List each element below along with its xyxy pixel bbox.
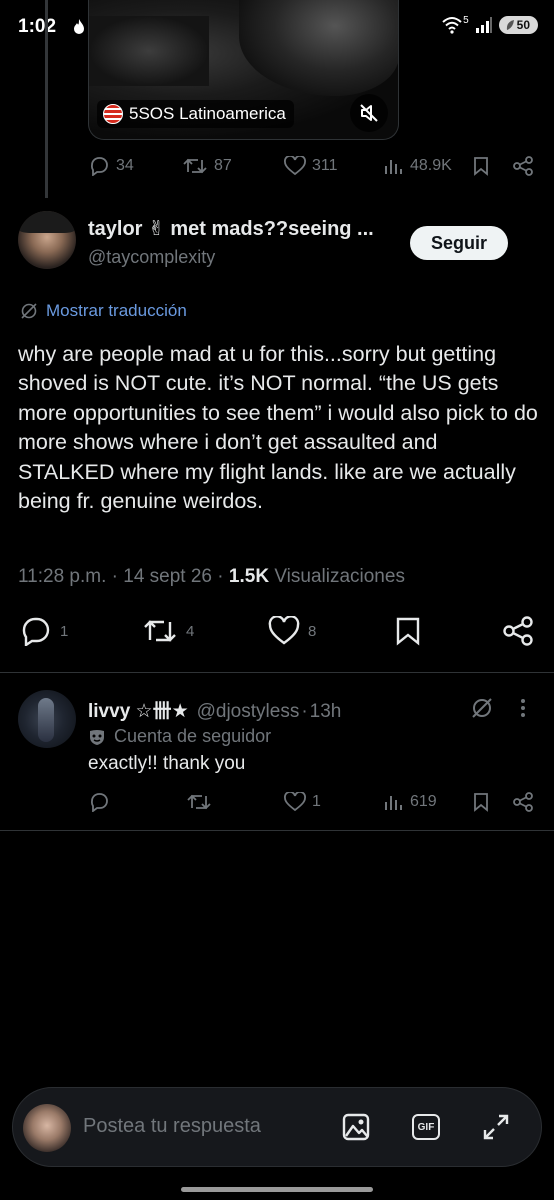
follow-button[interactable]: Seguir <box>410 226 508 260</box>
reply-views-action[interactable]: 619 <box>384 792 437 812</box>
add-image-button[interactable] <box>339 1110 373 1144</box>
network-label: 5 <box>463 14 469 26</box>
flag-icon <box>103 104 123 124</box>
divider <box>0 672 554 673</box>
tweet-body: why are people mad at u for this...sorry… <box>18 342 538 514</box>
parent-actions: 34 87 311 48.9K <box>86 154 536 182</box>
reply-icon <box>90 157 108 176</box>
bookmark-action[interactable] <box>472 156 490 176</box>
share-icon <box>513 792 533 812</box>
translate-icon <box>472 698 492 718</box>
home-indicator[interactable] <box>181 1187 373 1192</box>
media-source-tag: 5SOS Latinoamerica <box>97 100 294 128</box>
reply-icon <box>90 793 108 812</box>
reply-action[interactable]: 34 <box>88 156 134 176</box>
reply-age: 13h <box>309 701 342 722</box>
signal-icon <box>475 17 492 33</box>
reply-actions: 1 619 <box>86 790 536 818</box>
views-icon <box>385 160 402 174</box>
reply-header: livvy ☆卌★ @djostyless · 13h <box>88 696 341 723</box>
divider <box>0 830 554 831</box>
expand-composer-button[interactable] <box>479 1110 513 1144</box>
heart-icon <box>284 156 306 176</box>
reply-translate-button[interactable] <box>470 696 494 720</box>
author-avatar[interactable] <box>18 211 76 269</box>
main-reply-action[interactable]: 1 <box>20 616 68 646</box>
author-display-name[interactable]: taylor ✌ met mads??seeing ... <box>88 216 374 241</box>
wifi-icon <box>442 17 462 34</box>
quoted-video[interactable]: 5SOS Latinoamerica <box>88 0 399 140</box>
views-count: 1.5K <box>228 566 270 587</box>
share-icon <box>513 156 533 176</box>
battery-saver-icon <box>506 20 514 30</box>
main-like-action[interactable]: 8 <box>268 616 316 646</box>
main-bookmark-action[interactable] <box>394 616 422 646</box>
media-source-label: 5SOS Latinoamerica <box>129 104 286 123</box>
reply-more-button[interactable] <box>520 698 526 718</box>
speaker-muted-icon <box>360 104 378 122</box>
add-gif-button[interactable]: GIF <box>409 1110 443 1144</box>
heart-icon <box>268 616 300 645</box>
reply-composer: Postea tu respuesta GIF <box>12 1087 542 1167</box>
reply-text: exactly!! thank you <box>88 753 246 774</box>
more-vertical-icon <box>521 699 525 717</box>
reply-bookmark-action[interactable] <box>472 792 490 812</box>
gif-icon: GIF <box>412 1114 440 1140</box>
share-action[interactable] <box>512 156 534 176</box>
bookmark-icon <box>474 793 488 812</box>
repost-icon <box>144 620 176 642</box>
reply-share-action[interactable] <box>512 792 534 812</box>
main-actions: 1 4 8 <box>18 612 538 652</box>
show-translation-link[interactable]: Mostrar traducción <box>20 301 187 321</box>
battery-indicator: 50 <box>498 16 538 34</box>
translate-icon <box>21 303 37 319</box>
user-avatar <box>23 1104 71 1152</box>
bookmark-icon <box>396 617 420 646</box>
views-label: Visualizaciones <box>274 566 405 587</box>
repost-icon <box>183 158 207 174</box>
mute-button[interactable] <box>350 94 388 132</box>
share-icon <box>503 616 533 646</box>
tweet-meta: 11:28 p.m. · 14 sept 26 · 1.5K Visualiza… <box>18 566 405 587</box>
heart-icon <box>284 792 306 812</box>
repost-icon <box>187 794 211 810</box>
mask-icon <box>90 729 104 745</box>
views-icon <box>385 796 402 810</box>
reply-avatar[interactable] <box>18 690 76 748</box>
fire-icon <box>74 19 84 34</box>
reply-input[interactable]: Postea tu respuesta <box>83 1115 261 1138</box>
author-handle[interactable]: @taycomplexity <box>88 247 215 268</box>
views-action[interactable]: 48.9K <box>384 156 452 176</box>
image-icon <box>342 1113 370 1141</box>
tweet-time: 11:28 p.m. <box>18 566 107 587</box>
reply-repost-action[interactable] <box>186 792 212 812</box>
reply-like-action[interactable]: 1 <box>284 792 321 812</box>
status-time: 1:02 <box>18 16 57 37</box>
follower-account-badge: Cuenta de seguidor <box>88 726 271 747</box>
reply-handle[interactable]: @djostyless <box>197 701 300 723</box>
tweet-date: 14 sept 26 <box>123 566 213 587</box>
like-action[interactable]: 311 <box>284 156 338 176</box>
reply-display-name[interactable]: livvy ☆卌★ <box>88 696 189 723</box>
main-repost-action[interactable]: 4 <box>142 616 194 646</box>
bookmark-icon <box>474 157 488 176</box>
expand-icon <box>483 1114 509 1140</box>
main-share-action[interactable] <box>502 616 534 646</box>
reply-reply-action[interactable] <box>88 792 110 812</box>
thread-line <box>45 0 48 198</box>
repost-action[interactable]: 87 <box>182 156 232 176</box>
reply-icon <box>22 617 50 646</box>
status-icons: 5 50 <box>441 14 538 34</box>
